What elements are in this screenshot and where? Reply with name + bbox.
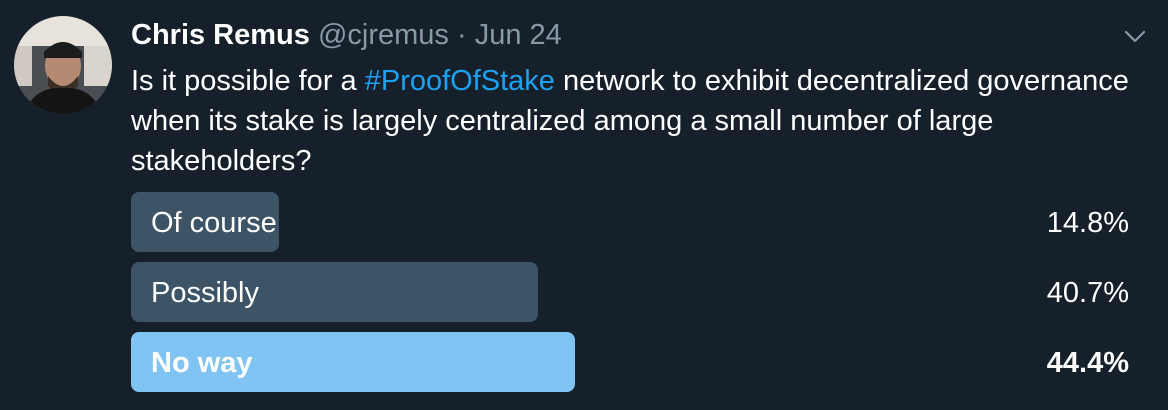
tweet-text-before: Is it possible for a <box>131 65 365 97</box>
poll-option-percent: 40.7% <box>1046 277 1129 309</box>
poll-option-percent: 14.8% <box>1046 207 1129 239</box>
hashtag-link[interactable]: #ProofOfStake <box>365 65 555 97</box>
author-handle[interactable]: @cjremus <box>318 19 449 51</box>
poll-option-label: Of course <box>151 207 277 239</box>
tweet-text: Is it possible for a #ProofOfStake netwo… <box>131 61 1151 181</box>
tweet-header: Chris Remus @cjremus · Jun 24 <box>131 15 562 55</box>
author-name[interactable]: Chris Remus <box>131 19 310 51</box>
poll-option-label: No way <box>151 347 253 379</box>
avatar[interactable] <box>14 16 112 114</box>
poll-option-percent: 44.4% <box>1046 347 1129 379</box>
poll-option-label: Possibly <box>151 277 259 309</box>
poll-option-winner: No way 44.4% <box>131 332 1131 392</box>
tweet-menu-button[interactable] <box>1120 24 1150 48</box>
tweet-date[interactable]: Jun 24 <box>475 19 562 51</box>
poll-option: Possibly 40.7% <box>131 262 1131 322</box>
header-separator: · <box>456 19 467 51</box>
poll-option: Of course 14.8% <box>131 192 1131 252</box>
avatar-image <box>14 16 112 114</box>
poll: Of course 14.8% Possibly 40.7% No way 44… <box>131 192 1131 402</box>
chevron-down-icon <box>1124 30 1146 43</box>
